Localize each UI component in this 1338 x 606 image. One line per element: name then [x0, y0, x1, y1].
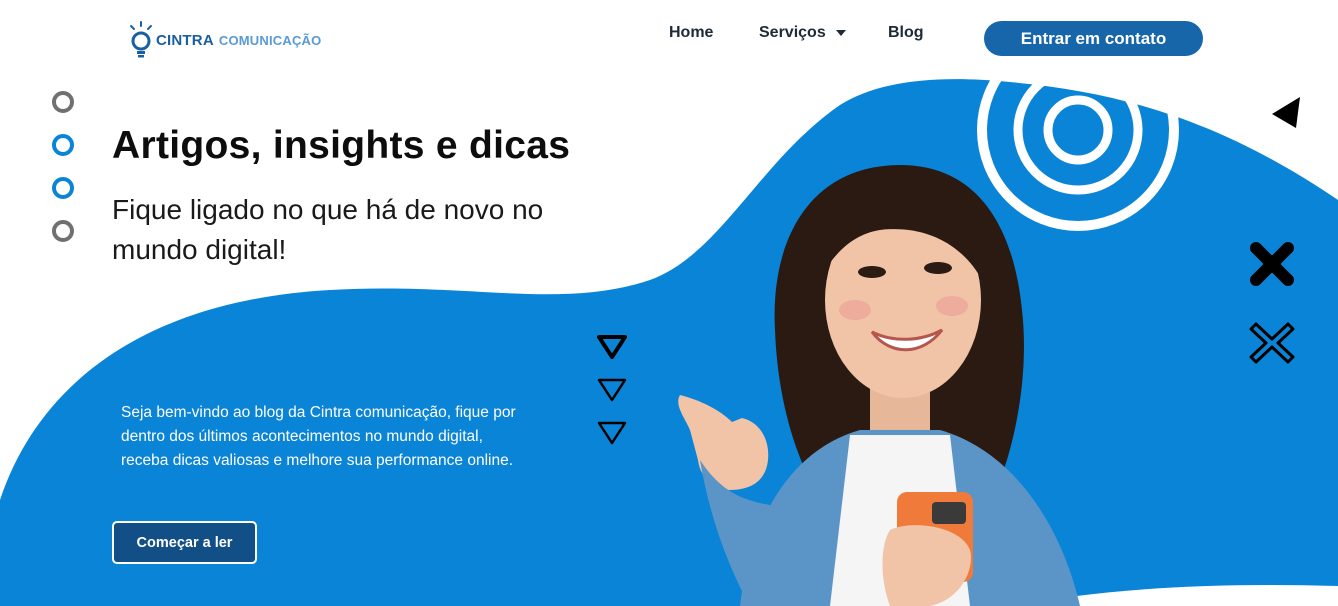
brand-name-light: COMUNICAÇÃO [218, 32, 322, 48]
slide-dot-3[interactable] [52, 177, 74, 199]
start-reading-button[interactable]: Começar a ler [112, 521, 257, 564]
slide-dots [52, 88, 76, 248]
brand-name-strong: CINTRA [156, 31, 214, 49]
nav-services-label: Serviços [759, 24, 826, 41]
caret-down-icon [835, 30, 846, 36]
triangles-decoration [597, 335, 627, 445]
brand-logo[interactable]: CINTRA COMUNICAÇÃO [128, 18, 321, 62]
x-solid-decoration [1250, 242, 1294, 286]
x-outline-decoration [1249, 322, 1295, 364]
play-arrow-decoration [1272, 97, 1300, 128]
nav-blog[interactable]: Blog [888, 24, 924, 42]
slide-dot-1[interactable] [52, 91, 74, 113]
lightbulb-icon [130, 21, 152, 58]
nav-services[interactable]: Serviços [759, 24, 847, 42]
slide-dot-2[interactable] [52, 134, 74, 156]
hero-subtitle: Fique ligado no que há de novo no mundo … [112, 194, 544, 265]
contact-button[interactable]: Entrar em contato [984, 21, 1203, 56]
nav-home[interactable]: Home [669, 24, 713, 42]
hero-title: Artigos, insights e dicas [112, 124, 571, 167]
woman-pointing-photo [678, 165, 1080, 606]
site-header: CINTRA COMUNICAÇÃO Home Serviços Blog En… [0, 0, 1338, 76]
hero-intro-text: Seja bem-vindo ao blog da Cintra comunic… [121, 404, 516, 469]
slide-dot-4[interactable] [52, 220, 74, 242]
